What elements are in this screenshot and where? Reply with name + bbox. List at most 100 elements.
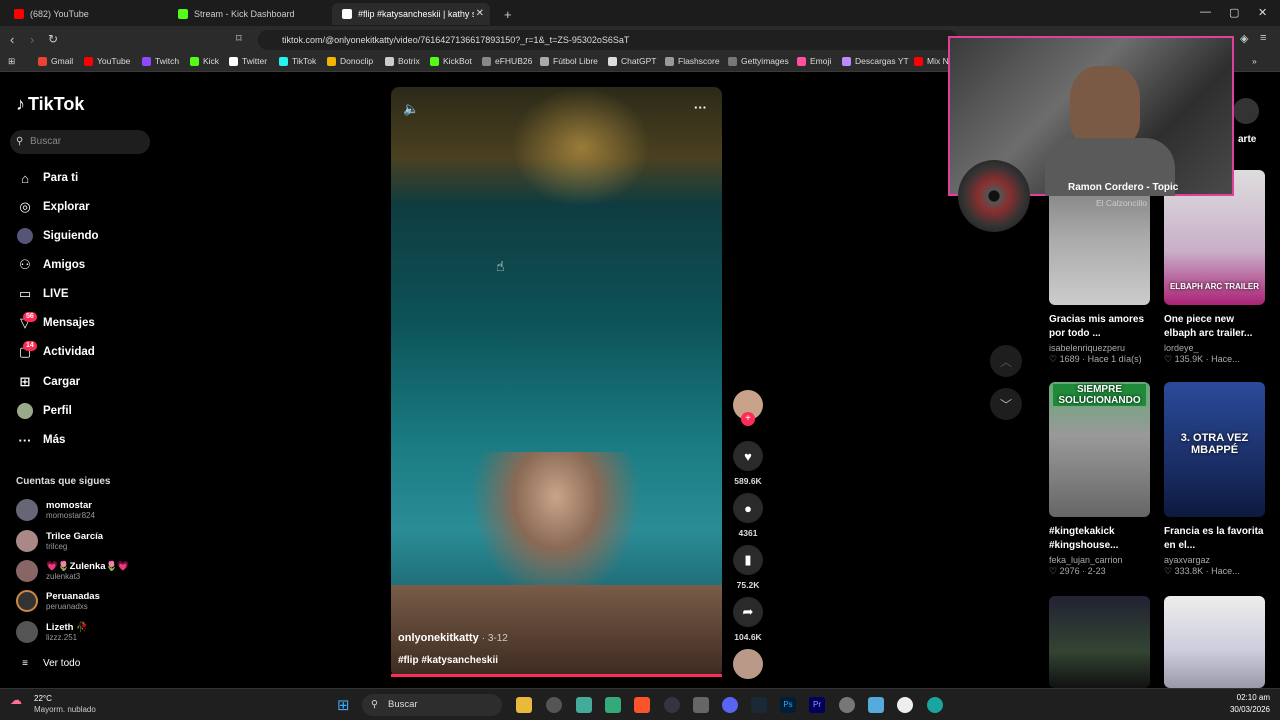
- bookmark-botrix[interactable]: Botrix: [385, 56, 420, 66]
- menu-icon[interactable]: ≡: [1260, 32, 1266, 44]
- like-button[interactable]: ♥ 589.6K: [733, 441, 763, 486]
- followed-account[interactable]: Trilce García trilceg: [16, 528, 103, 554]
- volume-icon[interactable]: 🔈: [403, 101, 419, 117]
- nav-para-ti[interactable]: ⌂ Para ti: [16, 168, 78, 188]
- video-author[interactable]: onlyonekitkatty · 3-12: [398, 632, 508, 644]
- followed-account[interactable]: momostar momostar824: [16, 497, 95, 523]
- minimize-icon[interactable]: —: [1200, 6, 1211, 18]
- bookmark-twitch[interactable]: Twitch: [142, 56, 179, 66]
- premiere-icon[interactable]: Pr: [809, 697, 825, 713]
- weather-temp[interactable]: 22°C: [34, 694, 52, 703]
- bookmark-flashscore[interactable]: Flashscore: [665, 56, 720, 66]
- search-input[interactable]: ⚲ Buscar: [10, 130, 150, 154]
- video-progress-bar[interactable]: [391, 674, 722, 677]
- weather-desc[interactable]: Mayorm. nublado: [34, 705, 96, 714]
- nav-live[interactable]: ▭ LIVE: [16, 284, 69, 304]
- notepad-icon[interactable]: [868, 697, 884, 713]
- clock-time[interactable]: 02:10 am: [1230, 693, 1270, 702]
- more-options-icon[interactable]: ···: [694, 100, 707, 115]
- taskbar-search-input[interactable]: ⚲ Buscar: [362, 694, 502, 716]
- bookmark-efhub26[interactable]: eFHUB26: [482, 56, 532, 66]
- photoshop-icon[interactable]: Ps: [780, 697, 796, 713]
- nav-perfil[interactable]: Perfil: [16, 401, 72, 421]
- bookmark-chatgpt[interactable]: ChatGPT: [608, 56, 656, 66]
- file-explorer-icon[interactable]: [516, 697, 532, 713]
- bookmark-descargas-yt[interactable]: Descargas YT: [842, 56, 909, 66]
- maximize-icon[interactable]: ▢: [1229, 6, 1239, 19]
- app-icon[interactable]: [546, 697, 562, 713]
- close-window-icon[interactable]: ✕: [1258, 6, 1267, 19]
- tab-tiktok[interactable]: #flip #katysancheskii | kathy sanc ✕: [332, 3, 490, 25]
- discord-icon[interactable]: [722, 697, 738, 713]
- video-thumbnail[interactable]: SIEMPRE SOLUCIONANDO: [1049, 382, 1150, 517]
- share-button[interactable]: ➦ 104.6K: [733, 597, 763, 642]
- bookmark-futbol-libre[interactable]: Fútbol Libre: [540, 56, 598, 66]
- tab-youtube[interactable]: (682) YouTube: [4, 3, 164, 25]
- windows-start-icon[interactable]: ⊞: [337, 696, 350, 714]
- url-input[interactable]: tiktok.com/@onlyonekitkatty/video/761642…: [258, 30, 958, 50]
- bookmark-tiktok[interactable]: TikTok: [279, 56, 316, 66]
- video-thumbnail[interactable]: [1164, 596, 1265, 688]
- chevron-up-icon[interactable]: ︿: [990, 345, 1022, 377]
- forward-icon[interactable]: ›: [30, 32, 34, 47]
- bookmark-mix[interactable]: Mix N: [914, 56, 949, 66]
- bookmark-icon[interactable]: ⌑: [236, 32, 242, 45]
- author-name[interactable]: onlyonekitkatty: [398, 632, 479, 644]
- brave-browser-icon[interactable]: [634, 697, 650, 713]
- recommended-video-card[interactable]: 3. OTRA VEZ MBAPPÉ Francia es la favorit…: [1164, 382, 1265, 577]
- clock-date[interactable]: 30/03/2026: [1220, 705, 1270, 714]
- followed-account[interactable]: Lizeth 🥀 lizzz.251: [16, 619, 88, 645]
- followed-account[interactable]: Peruanadas peruanadxs: [16, 588, 100, 614]
- bookmark-donoclip[interactable]: Donoclip: [327, 56, 373, 66]
- apps-icon[interactable]: ⊞: [8, 56, 15, 67]
- bookmark-twitter[interactable]: Twitter: [229, 56, 267, 66]
- nav-cargar[interactable]: ⊞ Cargar: [16, 372, 81, 392]
- author-avatar-button[interactable]: +: [733, 390, 763, 434]
- follow-plus-icon[interactable]: +: [741, 412, 755, 426]
- nav-siguiendo[interactable]: Siguiendo: [16, 226, 99, 246]
- edge-icon[interactable]: [927, 697, 943, 713]
- tab-kick[interactable]: Stream - Kick Dashboard: [168, 3, 328, 25]
- video-thumbnail[interactable]: 3. OTRA VEZ MBAPPÉ: [1164, 382, 1265, 517]
- reload-icon[interactable]: ↻: [48, 32, 58, 46]
- shield-icon[interactable]: ◈: [1240, 32, 1248, 45]
- video-caption[interactable]: #flip #katysancheskii: [398, 655, 498, 666]
- bookmark-kick[interactable]: Kick: [190, 56, 219, 66]
- video-thumbnail[interactable]: [1049, 596, 1150, 688]
- media-player-icon[interactable]: [897, 697, 913, 713]
- see-all-link[interactable]: ≡ Ver todo: [16, 653, 80, 673]
- user-avatar[interactable]: [1233, 98, 1259, 124]
- app-icon[interactable]: [664, 697, 680, 713]
- bookmark-emoji[interactable]: Emoji: [797, 56, 831, 66]
- more-bookmarks-icon[interactable]: »: [1252, 56, 1257, 66]
- bookmark-gettyimages[interactable]: Gettyimages: [728, 56, 789, 66]
- tiktok-logo[interactable]: ♪ TikTok: [16, 94, 84, 115]
- settings-icon[interactable]: [839, 697, 855, 713]
- card-user[interactable]: isabelenriquezperu: [1049, 343, 1150, 353]
- card-user[interactable]: feka_lujan_carrion: [1049, 555, 1150, 565]
- steam-icon[interactable]: [751, 697, 767, 713]
- new-tab-button[interactable]: +: [494, 3, 518, 25]
- app-icon[interactable]: [605, 697, 621, 713]
- bookmark-gmail[interactable]: Gmail: [38, 56, 73, 66]
- chevron-down-icon[interactable]: ﹀: [990, 388, 1022, 420]
- weather-icon[interactable]: ☁: [10, 693, 22, 707]
- card-user[interactable]: ayaxvargaz: [1164, 555, 1265, 565]
- calculator-icon[interactable]: [693, 697, 709, 713]
- bookmark-youtube[interactable]: YouTube: [84, 56, 130, 66]
- followed-account[interactable]: 💗🌷Zulenka🌷💗 zulenkat3: [16, 558, 129, 584]
- sound-button[interactable]: [733, 649, 763, 679]
- nav-explorar[interactable]: ◎ Explorar: [16, 197, 89, 217]
- video-player[interactable]: [391, 87, 722, 677]
- nav-mensajes[interactable]: ▽ 56 Mensajes: [16, 312, 95, 333]
- comment-button[interactable]: ● 4361: [733, 493, 763, 538]
- nav-amigos[interactable]: ⚇ Amigos: [16, 255, 85, 275]
- app-icon[interactable]: [576, 697, 592, 713]
- card-user[interactable]: lordeye_: [1164, 343, 1265, 353]
- nav-mas[interactable]: ··· Más: [16, 430, 66, 450]
- bookmark-kickbot[interactable]: KickBot: [430, 56, 472, 66]
- close-tab-icon[interactable]: ✕: [476, 8, 484, 19]
- recommended-video-card[interactable]: SIEMPRE SOLUCIONANDO #kingtekakick #king…: [1049, 382, 1150, 577]
- back-icon[interactable]: ‹: [10, 32, 14, 47]
- nav-actividad[interactable]: ▢ 14 Actividad: [16, 341, 95, 362]
